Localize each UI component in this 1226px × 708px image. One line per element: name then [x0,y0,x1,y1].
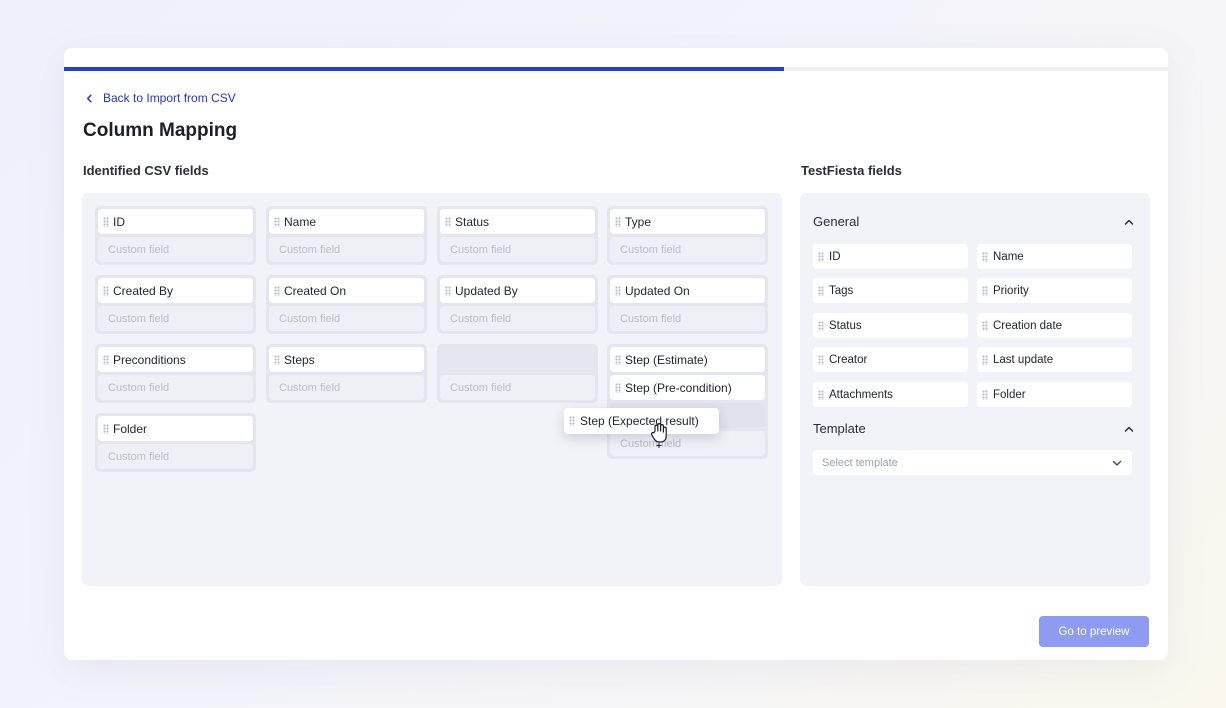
custom-field-slot[interactable]: Custom field [440,306,595,331]
custom-field-slot[interactable]: Custom field [269,306,424,331]
csv-field-card: Status Custom field [437,206,598,265]
template-group-header[interactable]: Template [813,421,1135,436]
custom-field-slot[interactable]: Custom field [610,306,765,331]
tf-field-chip[interactable]: ID [813,244,968,269]
drag-handle-icon[interactable] [818,389,824,400]
csv-field-card: Created By Custom field [95,275,256,334]
custom-field-slot[interactable]: Custom field [98,444,253,469]
general-group-header[interactable]: General [813,214,1135,229]
custom-field-slot[interactable]: Custom field [98,375,253,400]
csv-field-card: Name Custom field [266,206,427,265]
template-select[interactable]: Select template [813,450,1132,475]
csv-field-chip[interactable]: Step (Pre-condition) [610,375,765,400]
back-to-import-link[interactable]: Back to Import from CSV [84,91,236,105]
csv-field-card-stacked: Step (Estimate) Step (Pre-condition) Cus… [607,344,768,459]
drag-handle-icon[interactable] [274,285,280,296]
drag-handle-icon[interactable] [982,354,988,365]
back-link-label: Back to Import from CSV [103,91,236,105]
tf-field-chip[interactable]: Name [977,244,1132,269]
csv-section-title: Identified CSV fields [83,163,209,178]
drag-handle-icon[interactable] [445,285,451,296]
custom-field-slot[interactable]: Custom field [269,375,424,400]
drag-handle-icon[interactable] [615,216,621,227]
csv-field-card: Type Custom field [607,206,768,265]
csv-field-card: Steps Custom field [266,344,427,403]
csv-field-card-empty: Custom field [437,344,598,403]
csv-field-card: Created On Custom field [266,275,427,334]
drag-handle-icon[interactable] [103,216,109,227]
drag-handle-icon[interactable] [818,251,824,262]
custom-field-slot[interactable]: Custom field [98,306,253,331]
drag-handle-icon[interactable] [818,285,824,296]
csv-field-chip[interactable]: Step (Estimate) [610,347,765,372]
chevron-down-icon [1112,460,1122,466]
page-title: Column Mapping [83,120,238,141]
chevron-up-icon[interactable] [1123,423,1135,435]
custom-field-slot[interactable]: Custom field [269,237,424,262]
csv-field-chip[interactable]: Created By [98,278,253,303]
drag-handle-icon[interactable] [818,354,824,365]
csv-field-chip[interactable]: Type [610,209,765,234]
drag-handle-icon[interactable] [615,285,621,296]
tf-field-chip[interactable]: Folder [977,382,1132,407]
chevron-left-icon [86,94,92,102]
drag-handle-icon[interactable] [982,389,988,400]
csv-field-chip[interactable]: Created On [269,278,424,303]
drag-handle-icon[interactable] [274,354,280,365]
drag-handle-icon[interactable] [274,216,280,227]
progress-fill [64,67,784,71]
tf-field-chip[interactable]: Last update [977,347,1132,372]
csv-field-card: ID Custom field [95,206,256,265]
testfiesta-section-title: TestFiesta fields [801,163,902,178]
csv-field-chip[interactable]: Folder [98,416,253,441]
csv-field-chip[interactable]: Updated By [440,278,595,303]
csv-field-chip[interactable]: ID [98,209,253,234]
tf-field-chip[interactable]: Tags [813,278,968,303]
import-wizard-card: Back to Import from CSV Column Mapping I… [64,48,1168,660]
custom-field-slot[interactable]: Custom field [440,237,595,262]
tf-field-chip[interactable]: Creation date [977,313,1132,338]
custom-field-slot[interactable]: Custom field [610,431,765,456]
csv-field-chip[interactable]: Updated On [610,278,765,303]
csv-fields-panel: ID Custom field Name Custom field Status… [82,193,782,586]
drag-handle-icon[interactable] [103,285,109,296]
dragging-field-chip[interactable]: Step (Expected result) [564,408,719,434]
csv-field-chip[interactable]: Steps [269,347,424,372]
drag-handle-icon[interactable] [982,251,988,262]
csv-field-card: Preconditions Custom field [95,344,256,403]
drag-handle-icon[interactable] [982,320,988,331]
empty-drop-zone[interactable] [440,347,595,372]
csv-field-chip[interactable]: Name [269,209,424,234]
grab-cursor-icon [650,423,667,448]
drag-handle-icon[interactable] [818,320,824,331]
csv-field-card: Folder Custom field [95,413,256,472]
csv-field-card: Updated On Custom field [607,275,768,334]
drag-handle-icon[interactable] [569,416,575,426]
testfiesta-fields-panel: General ID Name Tags Priority Status Cre… [800,193,1150,586]
drag-handle-icon[interactable] [103,423,109,434]
csv-field-chip[interactable]: Status [440,209,595,234]
csv-field-chip[interactable]: Preconditions [98,347,253,372]
custom-field-slot[interactable]: Custom field [610,237,765,262]
progress-bar [64,67,1168,71]
go-to-preview-button[interactable]: Go to preview [1039,616,1149,647]
tf-field-chip[interactable]: Status [813,313,968,338]
tf-field-chip[interactable]: Priority [977,278,1132,303]
custom-field-slot[interactable]: Custom field [98,237,253,262]
drag-handle-icon[interactable] [445,216,451,227]
drag-handle-icon[interactable] [982,285,988,296]
custom-field-slot[interactable]: Custom field [440,375,595,400]
tf-field-chip[interactable]: Attachments [813,382,968,407]
drag-handle-icon[interactable] [103,354,109,365]
drag-handle-icon[interactable] [615,354,621,365]
chevron-up-icon[interactable] [1123,216,1135,228]
drag-handle-icon[interactable] [615,382,621,393]
csv-field-card: Updated By Custom field [437,275,598,334]
tf-field-chip[interactable]: Creator [813,347,968,372]
